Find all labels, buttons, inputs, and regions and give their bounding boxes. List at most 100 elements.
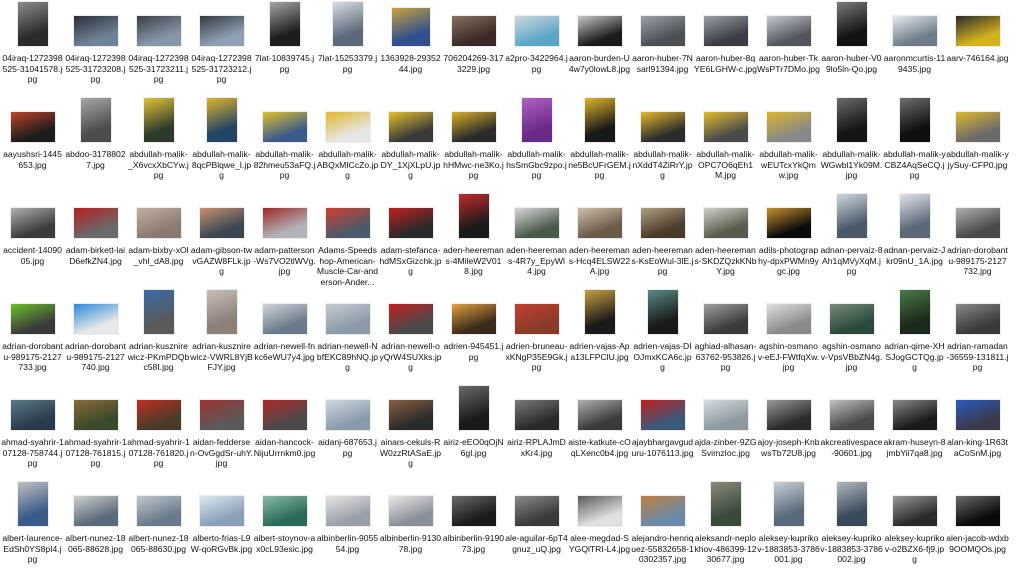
file-item[interactable]: adam-patterson-Ws7VO2tlWVg.jpg [253,192,316,288]
file-item[interactable]: akcreativespace-90601.jpg [820,384,883,480]
file-item[interactable]: aidan-fedderse n-OvGgdSr-uhY.jpg [190,384,253,480]
file-item[interactable]: aden-heeremans-4MileW2V018.jpg [442,192,505,288]
file-item[interactable]: aden-heeremans-KsEoWul-3lE.jpg [631,192,694,288]
file-item[interactable]: abdullah-malik-OPC7O6qEh1M.jpg [694,96,757,192]
file-item[interactable]: abdullah-malik-DY_1XjXLpU.jpg [379,96,442,192]
file-item[interactable]: aaron-huber-V09lo5ln-Qo.jpg [820,0,883,96]
file-item[interactable]: aden-heeremans-4R7y_EpyWl4.jpg [505,192,568,288]
file-item[interactable]: aleksey-kuprikov-o2BZX6-fj9.jpg [883,480,946,576]
file-item[interactable]: 706204269-3173229.jpg [442,0,505,96]
file-item[interactable]: ajaybhargavguduru-1076113.jpg [631,384,694,480]
file-item[interactable]: albinberlin-919073.jpg [442,480,505,576]
file-item[interactable]: aleksandr-neplokhov-486399-1230677.jpg [694,480,757,576]
file-item[interactable]: accident-1409005.jpg [1,192,64,288]
file-item[interactable]: adrien-bruneau-xKNgP35E9Gk.jpg [505,288,568,384]
file-item[interactable]: aaron-burden-U4w7y0lowL8.jpg [568,0,631,96]
file-item[interactable]: adrian-qime-XHSJogGCTQg.jpg [883,288,946,384]
file-item[interactable]: aiste-katkute-cOqLXenc0b4.jpg [568,384,631,480]
file-item[interactable]: 7lat-10839745.jpg [253,0,316,96]
thumbnail-frame [388,194,433,238]
file-item[interactable]: adrian-dorobantu-989175-2127740.jpg [64,288,127,384]
file-item[interactable]: adnan-pervaiz-Jkr09nU_1A.jpg [883,192,946,288]
file-item[interactable]: aghiad-alhasan-63762-953826.jpg [694,288,757,384]
file-item[interactable]: aleksey-kuprikov-1883853-3786001.jpg [757,480,820,576]
file-item[interactable]: albert-nunez-18065-88630.jpg [127,480,190,576]
file-item[interactable]: alan-king-1R63taCoSnM.jpg [946,384,1009,480]
file-item[interactable]: adrien-945451.jpg [442,288,505,384]
file-item[interactable]: agshin-osmanov-eEJ-FWtfqXw.jpg [757,288,820,384]
file-item[interactable]: aden-heeremans-Hcq4ELSW22A.jpg [568,192,631,288]
file-item[interactable]: abdullah-malik-yCBZ4AqSeCQ.jpg [883,96,946,192]
file-item[interactable]: abdullah-malik-82hmeu53aFQ.jpg [253,96,316,192]
file-item[interactable]: airiz-RPLAJmDxKr4.jpg [505,384,568,480]
file-name: agshin-osmanov-eEJ-FWtfqXw.jpg [757,341,820,372]
file-item[interactable]: adrian-ramadan-36559-131811.jpg [946,288,1009,384]
file-item[interactable]: adam-bixby-xOl_vhl_dA8.jpg [127,192,190,288]
file-item[interactable]: adam-birkett-laiD6efkZN4.jpg [64,192,127,288]
file-item[interactable]: 1363928-2935244.jpg [379,0,442,96]
file-item[interactable]: abdoo-31788027.jpg [64,96,127,192]
file-item[interactable]: 04iraq-1272398525-31723208.jpg [64,0,127,96]
file-item[interactable]: aaron-huber-8qYE6LGHW-c.jpg [694,0,757,96]
file-item[interactable]: aidanj-687653.jpg [316,384,379,480]
file-item[interactable]: 04iraq-1272398525-31723212.jpg [190,0,253,96]
file-item[interactable]: albinberlin-913078.jpg [379,480,442,576]
file-item[interactable]: adam-stefanca-hdMSxGizchk.jpg [379,192,442,288]
file-item[interactable]: 04iraq-1272398525-31041578.jpg [1,0,64,96]
file-item[interactable]: alberto-frias-L9W-qoRGvBk.jpg [190,480,253,576]
file-item[interactable]: albert-laurence-EdSh0YS8pI4.jpg [1,480,64,576]
file-item[interactable]: adrian-dorobantu-989175-2127732.jpg [946,192,1009,288]
file-item[interactable]: adrian-dorobantu-989175-2127733.jpg [1,288,64,384]
image-thumbnail [451,112,496,142]
file-item[interactable]: albinberlin-905554.jpg [316,480,379,576]
file-item[interactable]: abdullah-malik-ne5BcUFrGEM.jpg [568,96,631,192]
file-item[interactable]: aden-heeremans-SKDZQzkKNbY.jpg [694,192,757,288]
file-item[interactable]: aaron-huber-7Nsarl91394.jpg [631,0,694,96]
file-item[interactable]: adrian-newell-fnkc6eWU7y4.jpg [253,288,316,384]
file-item[interactable]: ahmad-syahrir-107128-761820.jpg [127,384,190,480]
file-item[interactable]: ajda-zinber-9ZGSvimzIoc.jpg [694,384,757,480]
file-item[interactable]: a2pro-3422964.jpg [505,0,568,96]
file-item[interactable]: abdullah-malik-8qcPBlqwe_I.jpg [190,96,253,192]
file-item[interactable]: aarv-746164.jpg [946,0,1009,96]
file-item[interactable]: agshin-osmanov-VpsVBbZN4g.jpg [820,288,883,384]
file-item[interactable]: adrian-kusznirewicz-PKmPDQbc58I.jpg [127,288,190,384]
file-item[interactable]: abdullah-malik-wEUTcxYkQmw.jpg [757,96,820,192]
file-item[interactable]: abdullah-malik-yjySuy-CFP0.jpg [946,96,1009,192]
file-item[interactable]: abdullah-malik-WGwbl1Yk09M.jpg [820,96,883,192]
image-thumbnail [262,496,307,526]
file-item[interactable]: 7lat-15253379.jpg [316,0,379,96]
file-item[interactable]: albert-stoynov-ax0cL93esic.jpg [253,480,316,576]
file-item[interactable]: ahmad-syahrir-107128-758744.jpg [1,384,64,480]
file-item[interactable]: abdullah-malik-hHMwc-ne3Ko.jpg [442,96,505,192]
file-item[interactable]: abdullah-malik-nXddT4ZiRrY.jpg [631,96,694,192]
file-item[interactable]: aleksey-kuprikov-1883853-3786002.jpg [820,480,883,576]
file-item[interactable]: aaron-huber-TkWsPTr7DMo.jpg [757,0,820,96]
file-item[interactable]: aayushsri-1445653.jpg [1,96,64,192]
file-item[interactable]: abdullah-malik-_X6vcxXbCYw.jpg [127,96,190,192]
file-item[interactable]: ajoy-joseph-KnbwsTb72U8.jpg [757,384,820,480]
file-item[interactable]: adrian-kusznirewicz-VWRL8YjBFJY.jpg [190,288,253,384]
file-item[interactable]: adrien-vajas-DIOJmxKCA6c.jpg [631,288,694,384]
file-item[interactable]: adrian-newell-NbfEKC89hNQ.jpg [316,288,379,384]
file-item[interactable]: aaronmcurtis-119435.jpg [883,0,946,96]
file-item[interactable]: adnan-pervaiz-8Ah1qMVyXqM.jpg [820,192,883,288]
file-item[interactable]: abdullah-malik-ABQxMICcZo.jpg [316,96,379,192]
file-item[interactable]: alejandro-henriquez-55832658-10302357.jp… [631,480,694,576]
file-item[interactable]: albert-nunez-18065-88628.jpg [64,480,127,576]
file-item[interactable]: adam-gibson-twvGAZW8FLk.jpg [190,192,253,288]
file-item[interactable]: ainars-cekuls-RW0zzRtASaE.jpg [379,384,442,480]
file-item[interactable]: aidan-hancock-NijuUrrnkm0.jpg [253,384,316,480]
file-item[interactable]: abdullah-malik-hsSmGbc9zpo.jpg [505,96,568,192]
file-item[interactable]: akram-huseyn-8jmbYii7qa8.jpg [883,384,946,480]
file-item[interactable]: ale-aguilar-6pT4gnuz_uQ.jpg [505,480,568,576]
file-item[interactable]: adrien-vajas-Apa13LFPClU.jpg [568,288,631,384]
file-item[interactable]: Adams-Speedshop-American-Muscle-Car-ande… [316,192,379,288]
file-item[interactable]: alen-jacob-wdxb9OOMQOs.jpg [946,480,1009,576]
file-item[interactable]: ahmad-syahrir-107128-761815.jpg [64,384,127,480]
file-item[interactable]: 04iraq-1272398525-31723211.jpg [127,0,190,96]
file-item[interactable]: adrian-newell-oyQrW4SUXks.jpg [379,288,442,384]
file-item[interactable]: airiz-eEO0qOjN6gI.jpg [442,384,505,480]
file-item[interactable]: adils-photography-dpxPWMn9ygc.jpg [757,192,820,288]
file-item[interactable]: alee-megdad-SYGQlTRI-L4.jpg [568,480,631,576]
